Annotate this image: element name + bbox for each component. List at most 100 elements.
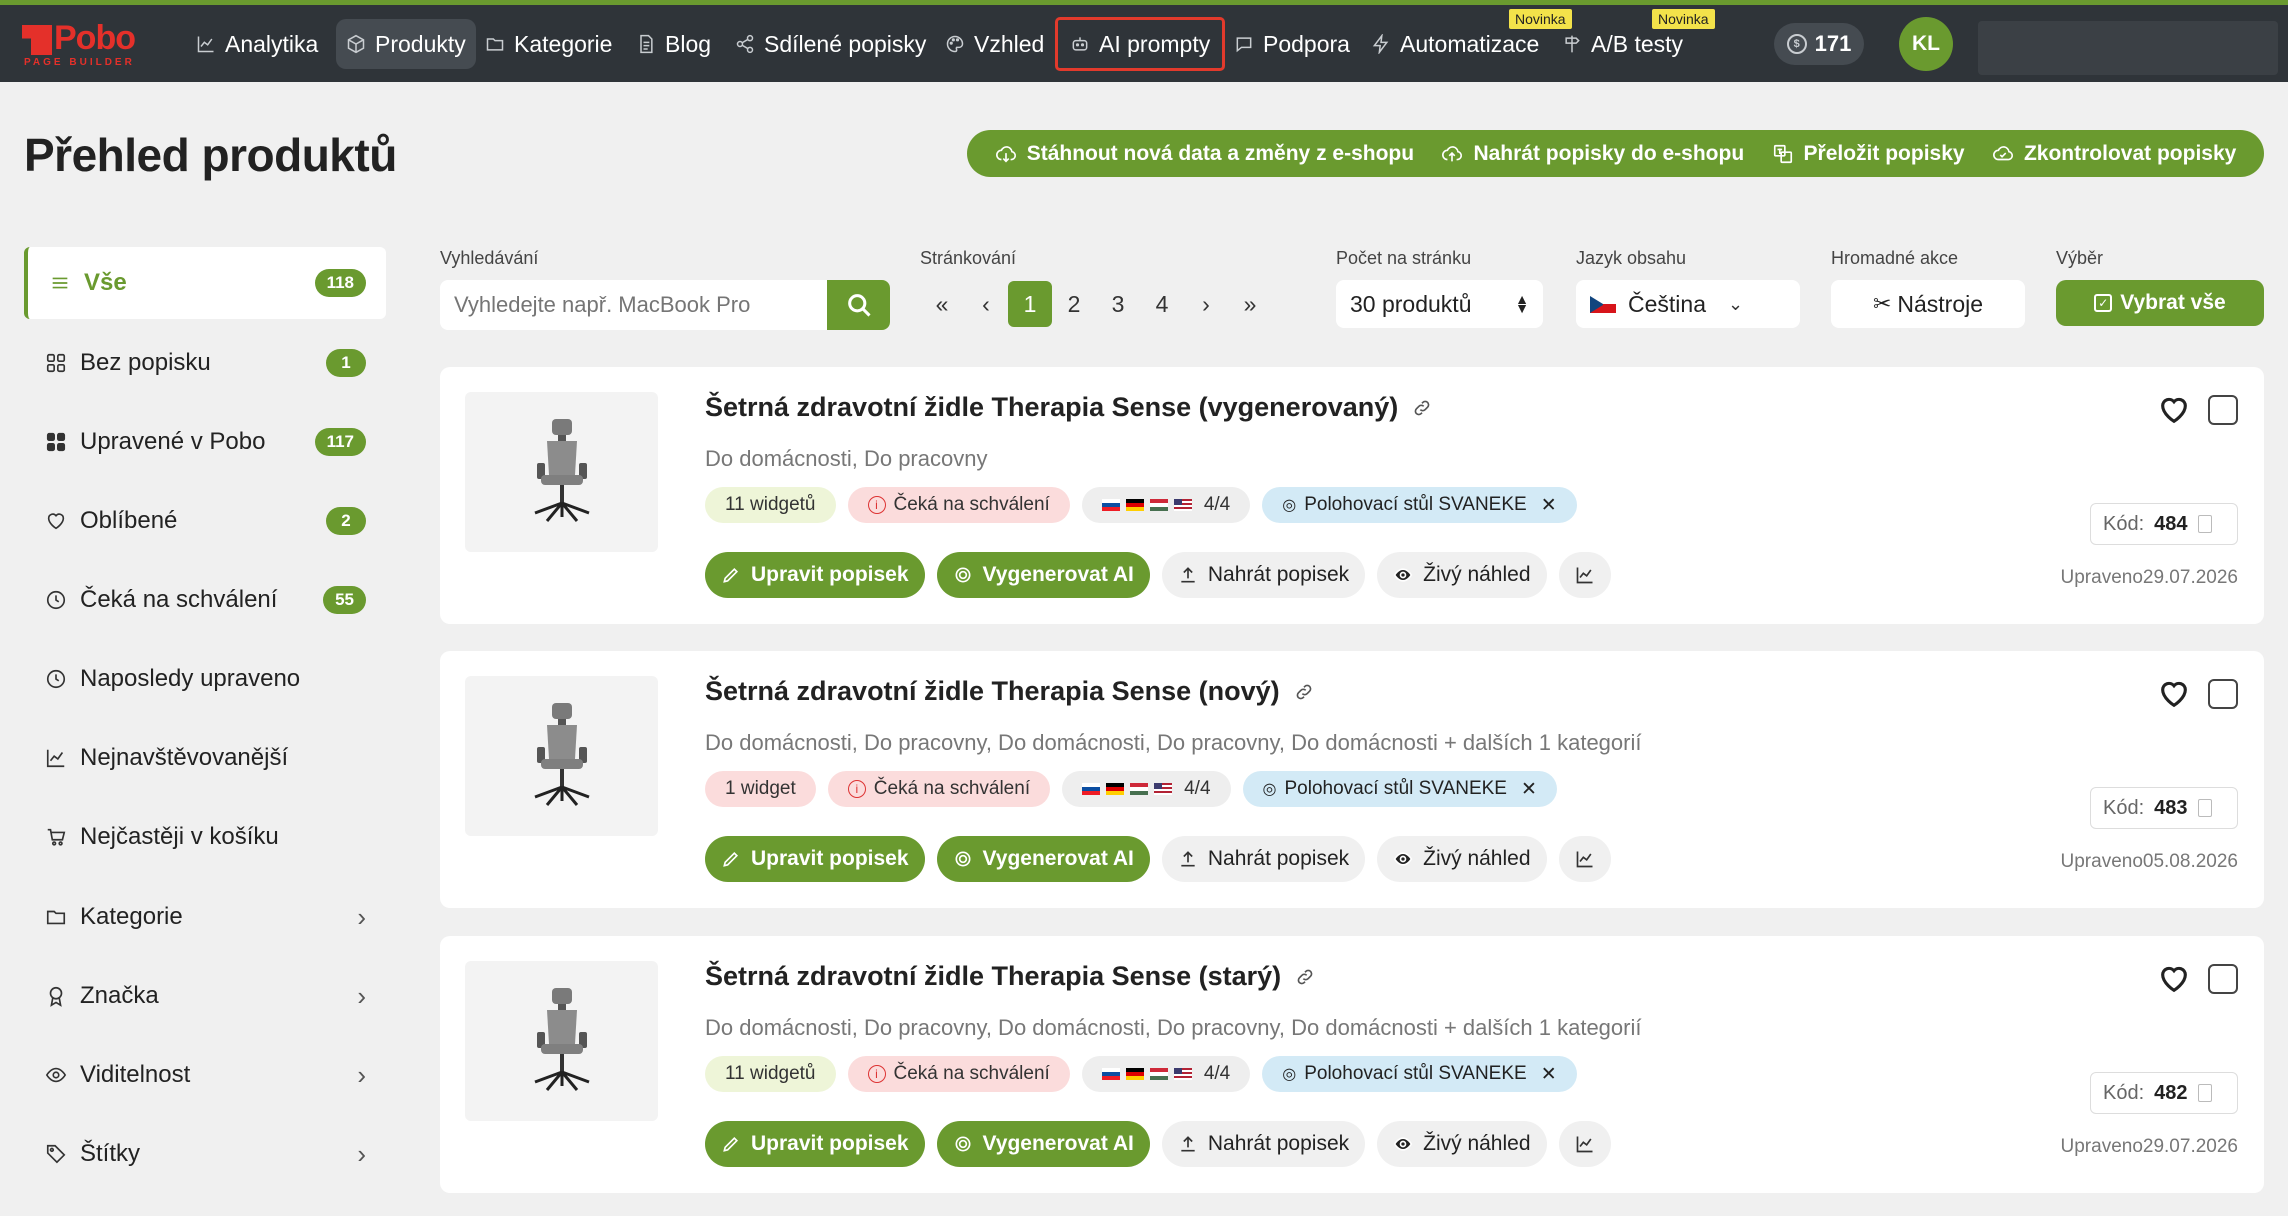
award-icon <box>44 984 68 1008</box>
sidebar-item-kategorie[interactable]: Kategorie › <box>24 881 386 953</box>
check-descriptions-button[interactable]: Zkontrolovat popisky <box>1992 142 2236 166</box>
remove-icon[interactable]: ✕ <box>1541 1063 1557 1086</box>
eye-icon <box>1393 852 1413 866</box>
page-last-button[interactable]: » <box>1228 281 1272 327</box>
page-first-button[interactable]: « <box>920 281 964 327</box>
favorite-heart-icon[interactable] <box>2157 393 2191 427</box>
sidebar-item-ceka-na-schvaleni[interactable]: Čeká na schválení 55 <box>24 564 386 636</box>
page-prev-button[interactable]: ‹ <box>964 281 1008 327</box>
sidebar-item-label: Bez popisku <box>80 349 211 376</box>
edit-description-label: Upravit popisek <box>751 847 909 870</box>
translate-descriptions-button[interactable]: Přeložit popisky <box>1772 142 1965 166</box>
link-icon[interactable] <box>1412 398 1432 418</box>
updated-date: Upraveno29.07.2026 <box>2060 567 2238 588</box>
nav-item-ai-prompty[interactable]: AI prompty <box>1054 17 1226 71</box>
per-page-select[interactable]: 30 produktů ▲ ▼ <box>1336 280 1543 328</box>
remove-icon[interactable]: ✕ <box>1521 778 1537 801</box>
sidebar-item-oblibene[interactable]: Oblíbené 2 <box>24 485 386 557</box>
generate-ai-button[interactable]: Vygenerovat AI <box>936 836 1150 882</box>
nav-item-sdilene-popisky[interactable]: Sdílené popisky <box>725 19 936 69</box>
sort-arrows-icon: ▲ ▼ <box>1515 291 1529 316</box>
nav-item-vzhled[interactable]: Vzhled <box>935 19 1054 69</box>
search-button[interactable] <box>827 280 890 330</box>
product-image <box>533 703 590 806</box>
select-all-button[interactable]: ✓ Vybrat vše <box>2056 280 2264 326</box>
chevron-right-icon: › <box>357 1138 366 1169</box>
sidebar-item-viditelnost[interactable]: Viditelnost › <box>24 1039 386 1111</box>
flag-icon <box>1106 783 1125 795</box>
nav-item-label: AI prompty <box>1099 30 1211 57</box>
search-input[interactable] <box>440 280 827 330</box>
sidebar-item-naposledy-upraveno[interactable]: Naposledy upraveno <box>24 643 386 715</box>
stats-button[interactable] <box>1558 1121 1611 1167</box>
page-button[interactable]: 4 <box>1140 281 1184 327</box>
product-title-row: Šetrná zdravotní židle Therapia Sense (n… <box>705 676 1314 707</box>
page-next-button[interactable]: › <box>1184 281 1228 327</box>
tools-button[interactable]: ✂ Nástroje <box>1831 280 2025 328</box>
copy-icon[interactable] <box>2197 1084 2212 1102</box>
edit-description-button[interactable]: Upravit popisek <box>705 1121 925 1167</box>
favorite-heart-icon[interactable] <box>2157 677 2191 711</box>
sidebar-item-upravene-v-pobo[interactable]: Upravené v Pobo 117 <box>24 406 386 478</box>
user-avatar[interactable]: KL <box>1899 17 1953 71</box>
remove-icon[interactable]: ✕ <box>1541 494 1557 517</box>
link-icon[interactable] <box>1294 682 1314 702</box>
list-icon <box>48 271 72 295</box>
page-button-current[interactable]: 1 <box>1008 281 1052 327</box>
product-thumbnail[interactable] <box>465 676 658 836</box>
nav-item-podpora[interactable]: Podpora <box>1224 19 1360 69</box>
nav-item-produkty[interactable]: Produkty <box>336 19 476 69</box>
nav-item-analytika[interactable]: Analytika <box>186 19 328 69</box>
nav-item-label: Vzhled <box>974 30 1045 57</box>
live-preview-button[interactable]: Živý náhled <box>1377 552 1547 598</box>
edit-description-button[interactable]: Upravit popisek <box>705 552 925 598</box>
sidebar-item-vse[interactable]: Vše 118 <box>24 247 386 319</box>
generate-ai-button[interactable]: Vygenerovat AI <box>936 1121 1150 1167</box>
edit-description-button[interactable]: Upravit popisek <box>705 836 925 882</box>
stats-button[interactable] <box>1558 552 1611 598</box>
stats-button[interactable] <box>1558 836 1611 882</box>
generate-ai-button[interactable]: Vygenerovat AI <box>936 552 1150 598</box>
document-icon <box>640 34 653 54</box>
favorite-heart-icon[interactable] <box>2157 962 2191 996</box>
nav-item-ab-testy[interactable]: Novinka A/B testy <box>1552 9 1715 69</box>
link-icon[interactable] <box>1295 967 1315 987</box>
upload-description-button[interactable]: Nahrát popisek <box>1161 836 1366 882</box>
nav-item-automatizace[interactable]: Novinka Automatizace <box>1361 9 1572 69</box>
product-title[interactable]: Šetrná zdravotní židle Therapia Sense (s… <box>705 961 1281 992</box>
upload-description-button[interactable]: Nahrát popisek <box>1161 552 1366 598</box>
upload-description-label: Nahrát popisek <box>1207 847 1350 870</box>
sidebar-item-nejnavstevovanejsi[interactable]: Nejnavštěvovanější <box>24 722 386 794</box>
copy-icon[interactable] <box>2197 515 2212 533</box>
language-select[interactable]: Čeština ⌄ <box>1576 280 1800 328</box>
download-data-button[interactable]: Stáhnout nová data a změny z e-shopu <box>995 142 1414 166</box>
product-thumbnail[interactable] <box>465 961 658 1121</box>
sidebar-item-znacka[interactable]: Značka › <box>24 960 386 1032</box>
credits-counter[interactable]: $ 171 <box>1774 23 1864 65</box>
page-button[interactable]: 3 <box>1096 281 1140 327</box>
product-title[interactable]: Šetrná zdravotní židle Therapia Sense (v… <box>705 392 1398 423</box>
user-menu[interactable] <box>1978 21 2278 75</box>
select-checkbox[interactable] <box>2208 395 2238 425</box>
live-preview-button[interactable]: Živý náhled <box>1377 836 1547 882</box>
page-button[interactable]: 2 <box>1052 281 1096 327</box>
sidebar-item-bez-popisku[interactable]: Bez popisku 1 <box>24 327 386 399</box>
pobo-logo[interactable]: Pobo PAGE BUILDER <box>22 19 154 71</box>
action-label: Přeložit popisky <box>1803 141 1965 165</box>
eye-icon <box>1393 1137 1413 1151</box>
nav-item-kategorie[interactable]: Kategorie <box>475 19 622 69</box>
sidebar-item-stitky[interactable]: Štítky › <box>24 1118 386 1190</box>
select-checkbox[interactable] <box>2208 679 2238 709</box>
copy-icon[interactable] <box>2197 799 2212 817</box>
product-code-value: 482 <box>2154 1081 2188 1104</box>
upload-description-button[interactable]: Nahrát popisek <box>1161 1121 1366 1167</box>
live-preview-button[interactable]: Živý náhled <box>1377 1121 1547 1167</box>
bulk-actions-bar: Stáhnout nová data a změny z e-shopu Nah… <box>967 130 2264 177</box>
bolt-icon <box>1372 34 1389 54</box>
upload-descriptions-button[interactable]: Nahrát popisky do e-shopu <box>1441 142 1744 166</box>
sidebar-item-nejcasteji-v-kosiku[interactable]: Nejčastěji v košíku <box>24 801 386 873</box>
nav-item-blog[interactable]: Blog <box>626 19 721 69</box>
product-title[interactable]: Šetrná zdravotní židle Therapia Sense (n… <box>705 676 1280 707</box>
select-checkbox[interactable] <box>2208 964 2238 994</box>
product-thumbnail[interactable] <box>465 392 658 552</box>
